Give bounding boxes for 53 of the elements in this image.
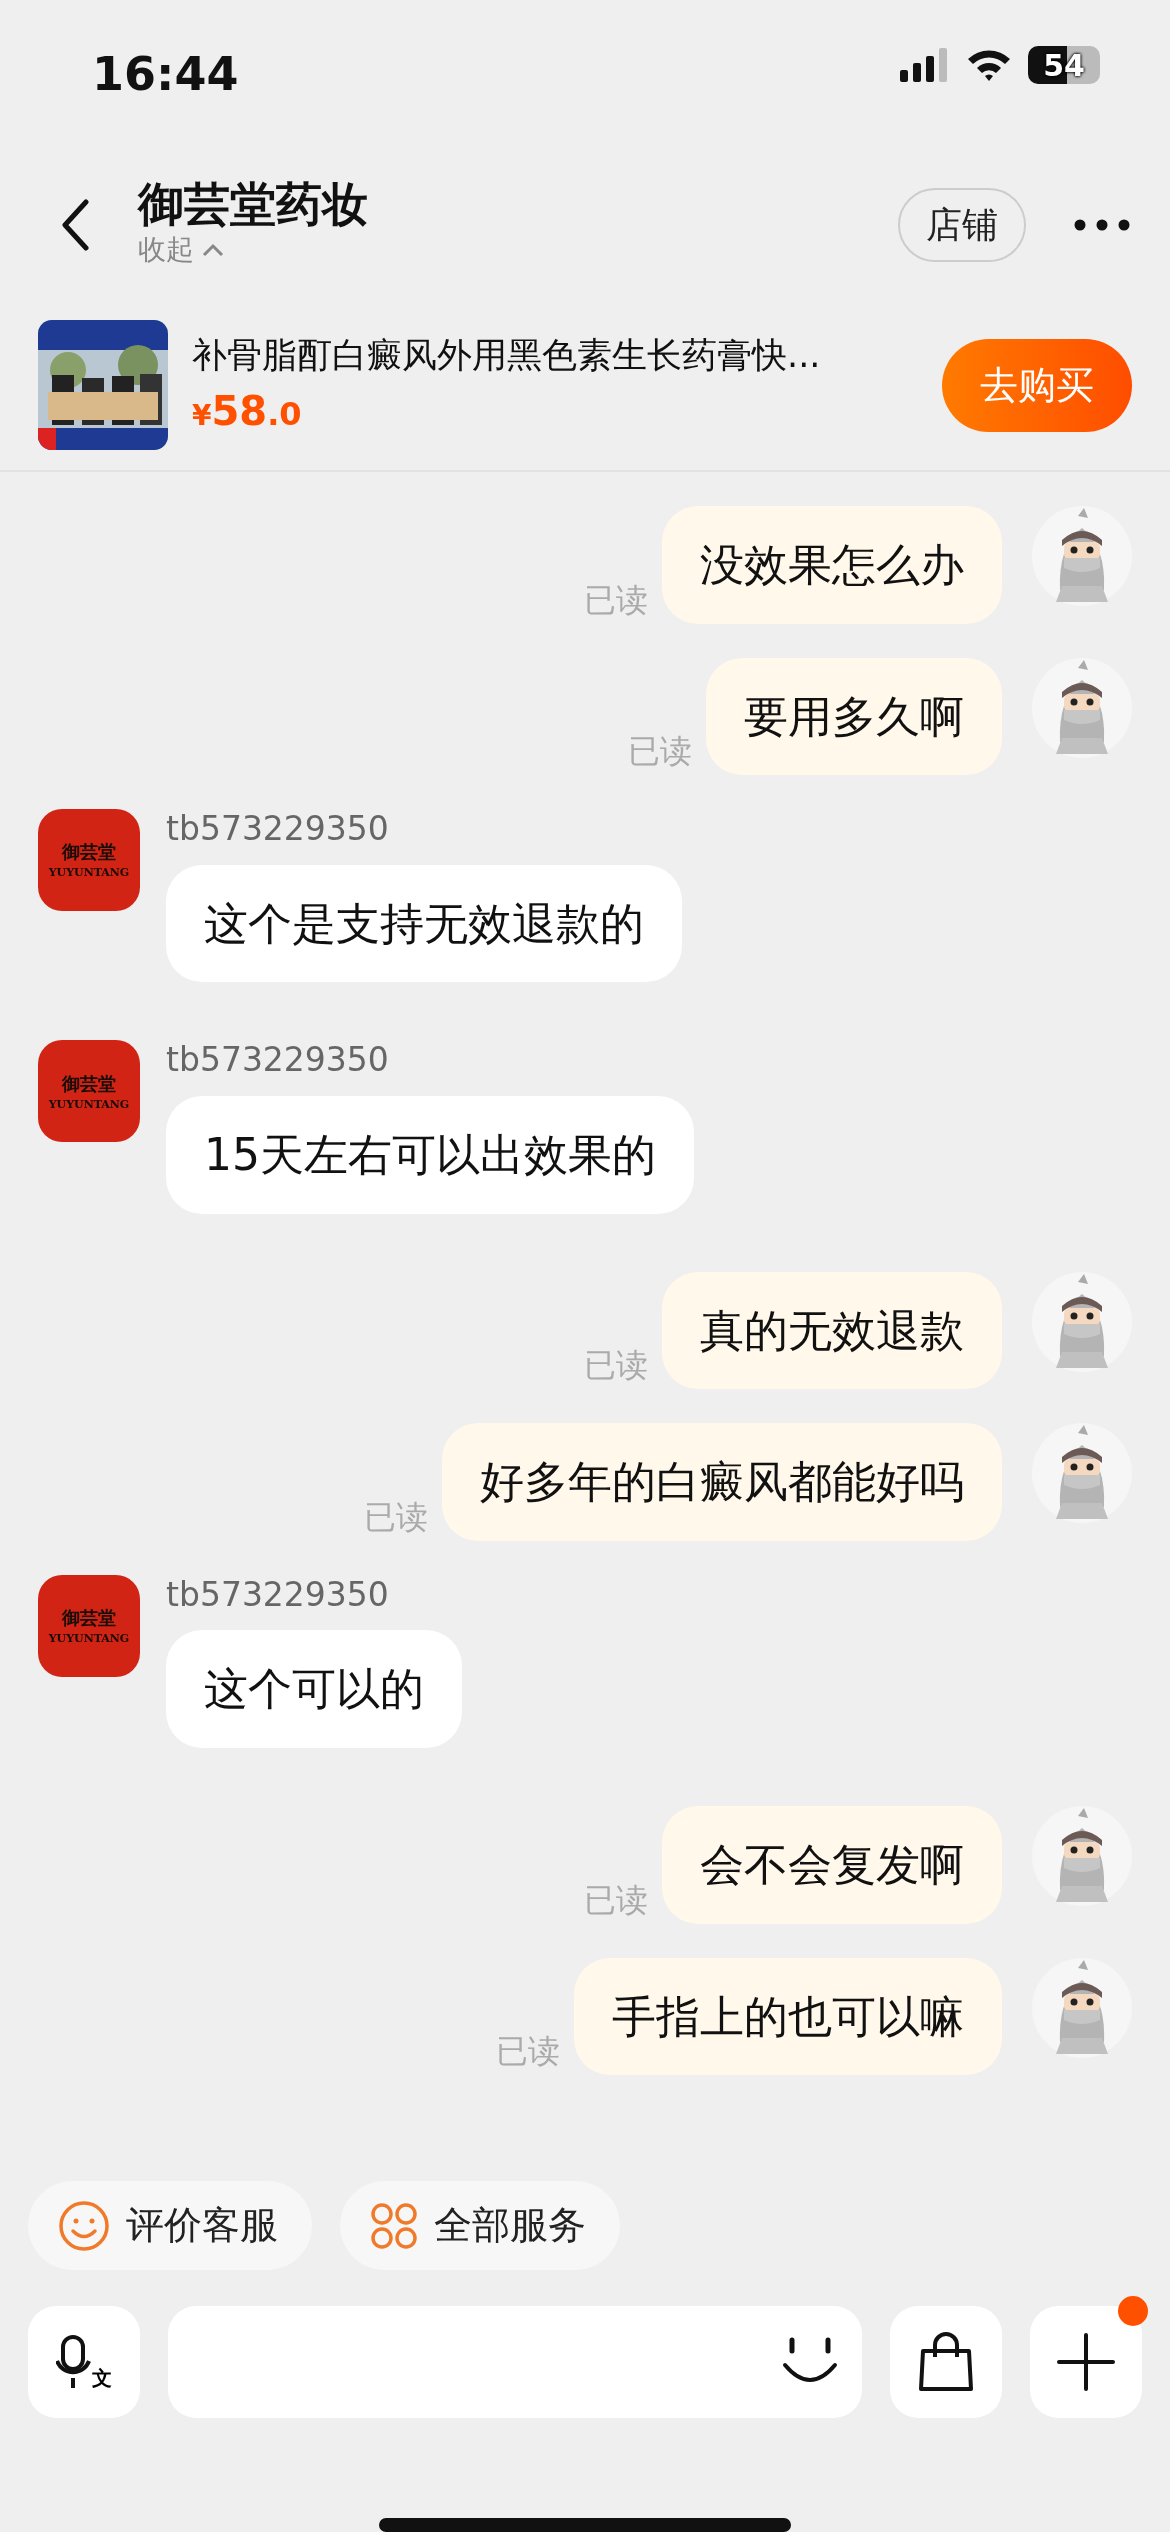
plus-icon — [1057, 2333, 1115, 2391]
message-bubble: 手指上的也可以嘛 — [574, 1957, 1002, 2076]
avatar-icon[interactable] — [1032, 1957, 1132, 2058]
message-bubble: 这个可以的 — [166, 1630, 462, 1748]
store-avatar[interactable]: 御芸堂 YUYUNTANG — [38, 809, 140, 912]
avatar-icon[interactable] — [1032, 506, 1132, 606]
avatar-text: 御芸堂 — [62, 840, 116, 865]
signal-icon — [900, 48, 950, 82]
product-price: ¥58.0 — [192, 387, 303, 437]
message-bubble: 这个是支持无效退款的 — [166, 864, 682, 983]
message-bubble: 没效果怎么办 — [662, 506, 1002, 624]
plus-button[interactable] — [1030, 2306, 1142, 2418]
read-status: 已读 — [584, 1879, 648, 1921]
avatar-icon[interactable] — [1032, 1805, 1132, 1906]
read-status: 已读 — [496, 2031, 560, 2073]
chevron-up-icon[interactable] — [202, 243, 224, 258]
avatar-icon[interactable] — [1032, 1423, 1132, 1524]
grid-icon — [370, 2201, 418, 2250]
store-avatar[interactable]: 御芸堂 YUYUNTANG — [38, 1574, 140, 1677]
shopping-bag-button[interactable] — [890, 2306, 1002, 2418]
avatar-text: YUYUNTANG — [48, 1096, 130, 1113]
store-title: 御芸堂药妆 — [138, 178, 368, 230]
shop-button[interactable]: 店铺 — [898, 188, 1026, 262]
message-bubble: 会不会复发啊 — [662, 1805, 1002, 1924]
avatar-text: 御芸堂 — [62, 1071, 116, 1096]
avatar-icon[interactable] — [1032, 657, 1132, 758]
message-input[interactable] — [168, 2306, 862, 2418]
status-time: 16:44 — [92, 46, 239, 103]
avatar-text: 御芸堂 — [62, 1606, 116, 1630]
sender-name: tb573229350 — [166, 1040, 389, 1080]
back-icon[interactable] — [60, 199, 90, 251]
wifi-icon — [966, 48, 1012, 82]
avatar-text: YUYUNTANG — [48, 865, 130, 882]
more-icon[interactable] — [1074, 219, 1130, 231]
avatar-icon[interactable] — [1032, 1271, 1132, 1372]
microphone-icon — [56, 2335, 92, 2389]
message-bubble: 真的无效退款 — [662, 1271, 1002, 1390]
quick-action-chip[interactable]: 评价客服 — [28, 2181, 312, 2270]
sender-name: tb573229350 — [166, 1574, 389, 1615]
product-title[interactable]: 补骨脂酊白癜风外用黑色素生长药膏快... — [192, 328, 926, 382]
message-bubble: 好多年的白癜风都能好吗 — [442, 1423, 1002, 1541]
read-status: 已读 — [364, 1496, 428, 1538]
voice-button[interactable]: 文 — [28, 2306, 140, 2418]
avatar-text: YUYUNTANG — [48, 1631, 130, 1647]
smiley-icon — [58, 2199, 110, 2252]
read-status: 已读 — [584, 579, 648, 621]
message-bubble: 15天左右可以出效果的 — [166, 1095, 694, 1214]
quick-action-chip[interactable]: 全部服务 — [340, 2181, 620, 2270]
sender-name: tb573229350 — [166, 809, 389, 849]
store-avatar[interactable]: 御芸堂 YUYUNTANG — [38, 1040, 140, 1143]
message-bubble: 要用多久啊 — [706, 657, 1002, 776]
read-status: 已读 — [584, 1345, 648, 1387]
read-status: 已读 — [628, 731, 692, 773]
